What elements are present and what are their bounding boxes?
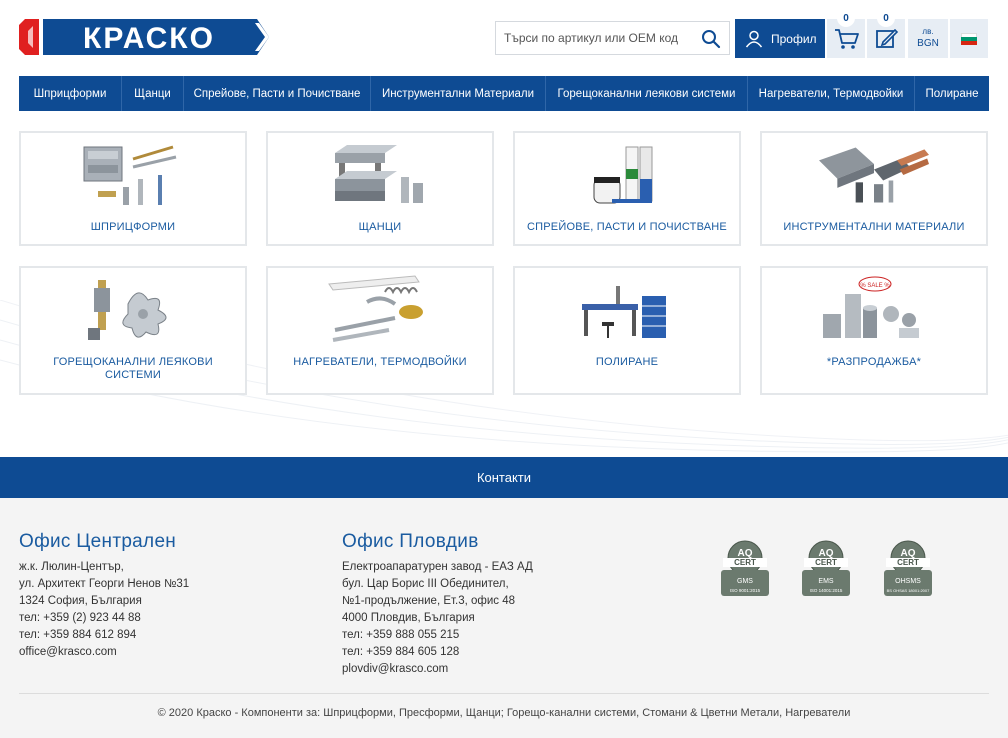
heaters-icon (328, 275, 423, 342)
search-input[interactable] (496, 22, 696, 54)
search-box (495, 21, 730, 55)
category-label: ШПРИЦФОРМИ (90, 221, 176, 233)
office-email[interactable]: plovdiv@krasco.com (342, 661, 533, 678)
category-card[interactable]: ЩАНЦИ (266, 131, 494, 246)
category-label: ПОЛИРАНЕ (595, 356, 659, 368)
svg-text:ISO 9001:2015: ISO 9001:2015 (730, 588, 761, 593)
svg-text:CERT: CERT (734, 558, 756, 567)
office-phone[interactable]: тел: +359 888 055 215 (342, 627, 533, 644)
svg-text:CERT: CERT (897, 558, 919, 567)
category-label: ИНСТРУМЕНТАЛНИ МАТЕРИАЛИ (783, 221, 965, 233)
logo-text: КРАСКО (83, 22, 215, 55)
category-label: НАГРЕВАТЕЛИ, ТЕРМОДВОЙКИ (293, 356, 467, 368)
profile-button[interactable]: Профил (735, 19, 825, 58)
injection-mould-parts-icon (83, 145, 177, 205)
office-line: бул. Цар Борис III Обединител, (342, 578, 509, 590)
office-phone[interactable]: тел: +359 884 605 128 (342, 644, 533, 661)
office-plovdiv-title: Офис Пловдив (342, 531, 479, 552)
cart-button[interactable]: 0 (827, 9, 865, 58)
category-label: ЩАНЦИ (358, 221, 402, 233)
svg-text:OHSMS: OHSMS (895, 578, 921, 585)
category-card[interactable]: ГОРЕЩОКАНАЛНИ ЛЕЯКОВИ СИСТЕМИ (19, 266, 247, 395)
svg-text:ISO 14001:2015: ISO 14001:2015 (810, 588, 843, 593)
office-line: 4000 Пловдив, България (342, 612, 475, 624)
category-card[interactable]: % SALE % *РАЗПРОДАЖБА* (760, 266, 988, 395)
footer-divider (19, 693, 989, 694)
sale-items-icon: % SALE % (823, 276, 919, 338)
contacts-label: Контакти (476, 470, 532, 485)
office-line: Електроапаратурен завод - ЕАЗ АД (342, 561, 533, 573)
polishing-station-icon (582, 286, 666, 338)
category-label: СПРЕЙОВЕ, ПАСТИ И ПОЧИСТВАНЕ (527, 221, 727, 233)
nav-item-sprays[interactable]: Спрейове, Пасти и Почистване (184, 76, 371, 111)
office-central-title: Офис Централен (19, 531, 177, 552)
contacts-link[interactable]: Контакти (0, 457, 1008, 498)
office-phone[interactable]: тел: +359 (2) 923 44 88 (19, 610, 189, 627)
sale-tag: % SALE % (860, 283, 890, 289)
spray-cans-icon (593, 146, 653, 204)
nav-item-shprits[interactable]: Шприцформи (19, 76, 122, 111)
quote-count-badge: 0 (877, 9, 895, 27)
quote-button[interactable]: 0 (867, 9, 905, 58)
office-line: №1-продължение, Ет.3, офис 48 (342, 595, 515, 607)
svg-text:BS OHSAS 18001:2007: BS OHSAS 18001:2007 (887, 588, 930, 593)
category-card[interactable]: ШПРИЦФОРМИ (19, 131, 247, 246)
nav-item-hot-runner[interactable]: Горещоканални леякови системи (546, 76, 748, 111)
cert-ohsms-icon: AQ CERT OHSMS BS OHSAS 18001:2007 (884, 540, 932, 596)
office-plovdiv-details: Електроапаратурен завод - ЕАЗ АД бул. Ца… (342, 559, 533, 678)
svg-text:EMS: EMS (818, 578, 834, 585)
currency-symbol: лв. (922, 27, 934, 36)
currency-selector[interactable]: лв. BGN (908, 19, 948, 58)
svg-text:CERT: CERT (815, 558, 837, 567)
krasco-logo[interactable]: КРАСКО (19, 17, 271, 57)
category-label: *РАЗПРОДАЖБА* (826, 356, 922, 368)
main-nav: Шприцформи Щанци Спрейове, Пасти и Почис… (19, 76, 989, 111)
svg-text:GMS: GMS (737, 578, 753, 585)
nav-item-tool-materials[interactable]: Инструментални Материали (371, 76, 546, 111)
user-icon (745, 30, 763, 47)
cart-count-badge: 0 (837, 9, 855, 27)
office-line: ул. Архитект Георги Ненов №31 (19, 578, 190, 590)
category-card[interactable]: СПРЕЙОВЕ, ПАСТИ И ПОЧИСТВАНЕ (513, 131, 741, 246)
profile-label: Профил (771, 31, 817, 46)
die-set-icon (335, 145, 423, 203)
office-line: 1324 София, България (19, 595, 142, 607)
nav-item-polishing[interactable]: Полиране (915, 76, 989, 111)
category-label: ГОРЕЩОКАНАЛНИ ЛЕЯКОВИ СИСТЕМИ (53, 356, 213, 381)
header: КРАСКО Профил 0 0 лв. BGN (0, 0, 1008, 76)
office-email[interactable]: office@krasco.com (19, 644, 189, 661)
bulgaria-flag-icon (961, 32, 977, 45)
language-selector[interactable] (950, 19, 988, 58)
nav-item-shtantsi[interactable]: Щанци (122, 76, 184, 111)
category-card[interactable]: ИНСТРУМЕНТАЛНИ МАТЕРИАЛИ (760, 131, 988, 246)
search-icon[interactable] (701, 29, 721, 49)
metal-bars-icon (819, 147, 929, 203)
currency-code: BGN (917, 38, 939, 49)
office-phone[interactable]: тел: +359 884 612 894 (19, 627, 189, 644)
hot-runner-icon (88, 280, 167, 340)
cert-gms-icon: AQ CERT GMS ISO 9001:2015 (721, 540, 769, 596)
office-central-details: ж.к. Люлин-Център, ул. Архитект Георги Н… (19, 559, 189, 661)
cert-ems-icon: AQ CERT EMS ISO 14001:2015 (802, 540, 850, 596)
category-card[interactable]: ПОЛИРАНЕ (513, 266, 741, 395)
office-line: ж.к. Люлин-Център, (19, 561, 124, 573)
copyright: © 2020 Краско - Компоненти за: Шприцформ… (157, 707, 851, 719)
nav-item-heaters[interactable]: Нагреватели, Термодвойки (748, 76, 915, 111)
category-card[interactable]: НАГРЕВАТЕЛИ, ТЕРМОДВОЙКИ (266, 266, 494, 395)
